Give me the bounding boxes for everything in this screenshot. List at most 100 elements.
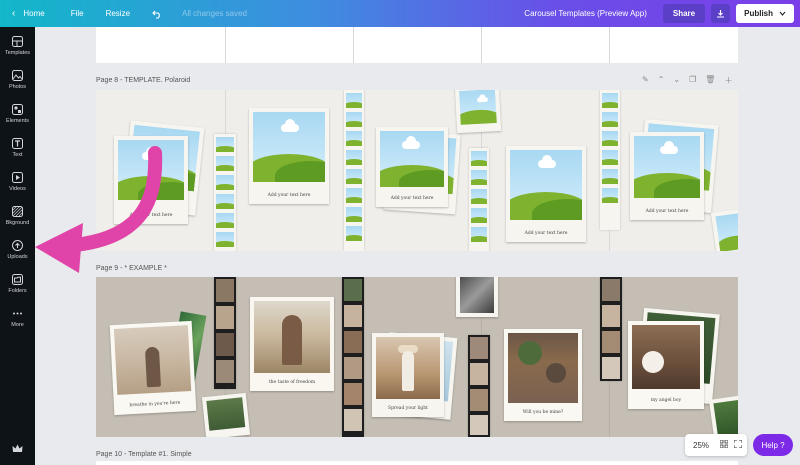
undo-button[interactable] [146,0,168,27]
sidebar-item-text[interactable]: Text [0,131,35,165]
grid-line [353,27,354,63]
page-toolbar: ✎ ⌃ ⌄ ❐ 🗑 ＋ [642,75,732,86]
grid-view-icon[interactable] [717,439,731,450]
sidebar-item-label: Text [12,152,23,158]
sidebar-item-more[interactable]: More [0,301,35,335]
home-button[interactable]: ‹ Home [0,0,51,27]
crown-icon[interactable] [12,440,23,458]
polaroid-caption[interactable]: the taste of freedom [250,380,334,385]
sidebar-item-label: Elements [6,118,29,124]
sidebar-item-label: More [11,322,24,328]
sidebar-item-background[interactable]: Bkground [0,199,35,233]
sidebar-item-uploads[interactable]: Uploads [0,233,35,267]
move-up-icon[interactable]: ⌃ [658,75,665,86]
polaroid-frame[interactable]: Add your text here [376,127,448,207]
download-button[interactable] [711,4,731,23]
sidebar-item-photos[interactable]: Photos [0,63,35,97]
photo-strip[interactable] [468,335,490,437]
help-label: Help ? [761,440,785,450]
polaroid-caption[interactable]: Spread your light [372,406,444,411]
sidebar-item-videos[interactable]: Videos [0,165,35,199]
share-button[interactable]: Share [662,4,706,23]
move-down-icon[interactable]: ⌄ [673,75,680,86]
editor-canvas[interactable]: Page 8 - TEMPLATE. Polaroid ✎ ⌃ ⌄ ❐ 🗑 ＋ … [35,27,800,465]
file-label: File [70,9,84,18]
document-title[interactable]: Carousel Templates (Preview App) [524,9,647,18]
sidebar-item-label: Folders [8,288,27,294]
photos-icon [12,70,23,81]
photo-strip[interactable] [344,90,364,251]
grid-line [609,27,610,63]
pointer-arrow-annotation [35,146,163,273]
polaroid-frame[interactable]: Spread your light [372,333,444,417]
chevron-left-icon: ‹ [12,8,16,19]
videos-icon [12,172,23,183]
more-icon [12,308,23,319]
resize-button[interactable]: Resize [100,0,136,27]
polaroid-frame[interactable]: the taste of freedom [250,297,334,391]
undo-icon [152,10,160,19]
sidebar-item-folders[interactable]: Folders [0,267,35,301]
uploads-icon [12,240,23,251]
sidebar-item-label: Photos [8,84,27,90]
chevron-down-icon [779,11,786,16]
save-status: All changes saved [182,9,247,18]
polaroid-frame[interactable] [708,394,738,437]
sidebar-item-label: Videos [9,186,26,192]
polaroid-caption[interactable]: Add your text here [506,231,586,236]
left-sidebar: Templates Photos Elements Text Videos Bk… [0,27,35,465]
sidebar-item-label: Uploads [7,254,28,260]
delete-page-icon[interactable]: 🗑 [705,75,715,86]
polaroid-frame[interactable] [456,277,498,317]
grid-line [225,27,226,63]
grid-line [481,27,482,63]
photo-strip[interactable] [214,134,236,251]
polaroid-frame[interactable]: Will you be mine? [504,329,582,421]
note-icon[interactable]: ✎ [642,75,649,86]
polaroid-frame[interactable] [201,392,251,437]
page-10-title[interactable]: Page 10 - Template #1. Simple [96,451,192,458]
photo-strip[interactable] [600,90,620,230]
file-menu[interactable]: File [65,0,90,27]
add-page-icon[interactable]: ＋ [724,75,732,86]
photo-strip[interactable] [214,277,236,389]
polaroid-caption[interactable]: breathe in you're here [114,400,196,409]
polaroid-frame[interactable]: Add your text here [249,108,329,204]
zoom-level[interactable]: 25% [685,441,717,450]
polaroid-frame[interactable] [710,207,738,251]
polaroid-frame[interactable]: my angel boy [628,321,704,409]
folders-icon [12,274,23,285]
polaroid-caption[interactable]: Will you be mine? [504,410,582,415]
polaroid-frame[interactable] [454,90,502,134]
polaroid-frame[interactable]: breathe in you're here [109,320,197,416]
sidebar-item-elements[interactable]: Elements [0,97,35,131]
templates-icon [12,36,23,47]
sidebar-item-templates[interactable]: Templates [0,29,35,63]
zoom-control: 25% [685,434,747,456]
photo-strip[interactable] [469,148,489,251]
publish-label: Publish [744,9,773,18]
fullscreen-icon[interactable] [731,439,745,450]
download-icon [717,10,725,18]
polaroid-caption[interactable]: Add your text here [376,196,448,201]
photo-strip[interactable] [600,277,622,381]
duplicate-page-icon[interactable]: ❐ [689,75,696,86]
elements-icon [12,104,23,115]
page-9-canvas[interactable]: breathe in you're here the taste of free… [96,277,738,437]
polaroid-caption[interactable]: my angel boy [628,398,704,403]
photo-strip[interactable] [342,277,364,437]
polaroid-frame[interactable]: Add your text here [506,146,586,242]
page-10-canvas[interactable] [96,461,738,465]
share-label: Share [672,9,696,18]
help-button[interactable]: Help ? [753,434,793,456]
resize-label: Resize [105,9,131,18]
publish-button[interactable]: Publish [736,4,794,23]
sidebar-item-label: Templates [4,50,31,56]
polaroid-caption[interactable]: Add your text here [249,193,329,198]
home-label: Home [23,9,45,18]
polaroid-caption[interactable]: Add your text here [630,209,704,214]
polaroid-frame[interactable]: Add your text here [630,132,704,220]
top-bar: ‹ Home File Resize All changes saved Car… [0,0,800,27]
background-icon [12,206,23,217]
sidebar-item-label: Bkground [5,220,30,226]
